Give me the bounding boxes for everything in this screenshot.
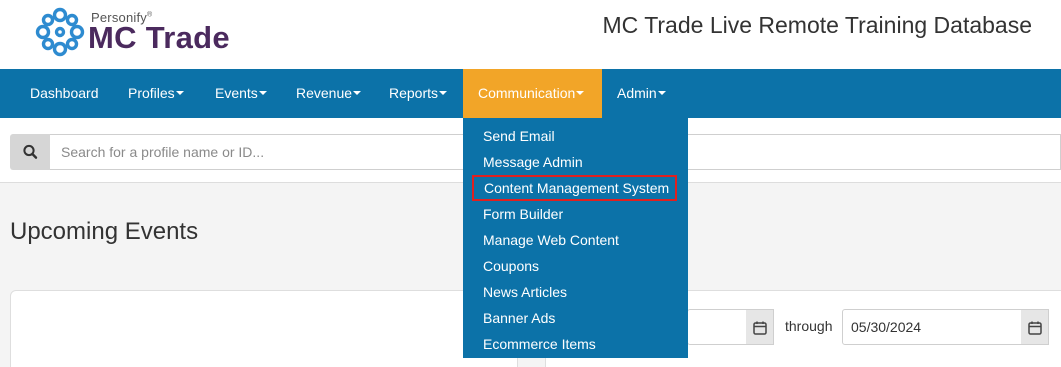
calendar-icon (753, 321, 767, 335)
logo-icon (35, 7, 85, 57)
caret-down-icon (576, 91, 585, 96)
nav-profiles[interactable]: Profiles (113, 69, 199, 118)
nav-admin-label: Admin (617, 85, 657, 101)
caret-down-icon (439, 91, 448, 96)
nav-revenue[interactable]: Revenue (281, 69, 376, 118)
calendar-from-button[interactable] (746, 309, 774, 345)
menu-item-ecommerce-items[interactable]: Ecommerce Items (463, 331, 688, 357)
page-title: Upcoming Events (10, 218, 199, 245)
calendar-to-button[interactable] (1021, 309, 1049, 345)
events-card (10, 290, 518, 367)
date-to-input[interactable] (842, 309, 1022, 345)
nav-profiles-label: Profiles (128, 85, 175, 101)
nav-revenue-label: Revenue (296, 85, 353, 101)
caret-down-icon (657, 91, 666, 96)
caret-down-icon (258, 91, 267, 96)
menu-item-content-management-system[interactable]: Content Management System (472, 175, 677, 201)
nav-reports[interactable]: Reports (374, 69, 462, 118)
search-button[interactable] (10, 134, 50, 170)
menu-item-send-email[interactable]: Send Email (463, 123, 688, 149)
nav-communication[interactable]: Communication (463, 69, 602, 118)
nav-dashboard[interactable]: Dashboard (15, 69, 114, 118)
nav-communication-label: Communication (478, 85, 576, 101)
date-from-input[interactable] (687, 309, 747, 345)
menu-item-manage-web-content[interactable]: Manage Web Content (463, 227, 688, 253)
menu-item-form-builder[interactable]: Form Builder (463, 201, 688, 227)
menu-item-coupons[interactable]: Coupons (463, 253, 688, 279)
nav-events-label: Events (215, 85, 258, 101)
nav-reports-label: Reports (389, 85, 439, 101)
through-label: through (785, 318, 833, 334)
caret-down-icon (353, 91, 362, 96)
nav-dashboard-label: Dashboard (30, 85, 99, 101)
logo-product: MC Trade (88, 20, 230, 55)
menu-item-banner-ads[interactable]: Banner Ads (463, 305, 688, 331)
logo[interactable]: Personify® MC Trade (34, 6, 244, 62)
caret-down-icon (175, 91, 184, 96)
nav-events[interactable]: Events (200, 69, 282, 118)
header: Personify® MC Trade MC Trade Live Remote… (0, 0, 1061, 69)
search-icon (23, 144, 38, 159)
main-navbar: Dashboard Profiles Events Revenue Report… (0, 69, 1061, 118)
menu-item-news-articles[interactable]: News Articles (463, 279, 688, 305)
site-title: MC Trade Live Remote Training Database (602, 12, 1032, 38)
calendar-icon (1028, 321, 1042, 335)
menu-item-message-admin[interactable]: Message Admin (463, 149, 688, 175)
communication-dropdown-menu: Send Email Message Admin Content Managem… (463, 118, 688, 358)
nav-admin[interactable]: Admin (602, 69, 681, 118)
